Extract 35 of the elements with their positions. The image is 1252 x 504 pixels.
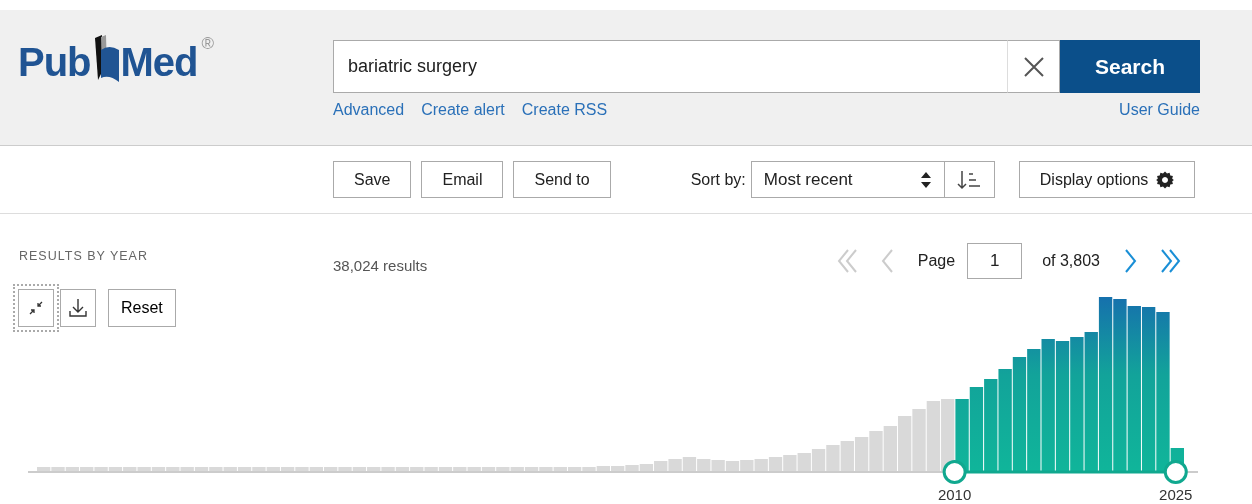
sort-label: Sort by:	[690, 170, 746, 189]
book-icon	[92, 34, 119, 82]
results-count: 38,024 results	[333, 257, 428, 274]
close-icon	[1022, 55, 1045, 78]
action-button[interactable]: Email	[421, 161, 504, 198]
sort-select[interactable]: Most recent	[750, 161, 945, 198]
search-link[interactable]: Create alert	[421, 101, 505, 119]
search-field[interactable]: bariatric surgery	[333, 40, 1007, 93]
year-label: 2010	[937, 486, 972, 503]
page-field[interactable]: 1	[967, 243, 1023, 279]
collapse-icon	[28, 300, 44, 316]
search-link[interactable]: Advanced	[333, 101, 405, 119]
clear-button[interactable]	[1007, 40, 1060, 93]
search-link[interactable]: Create RSS	[521, 101, 608, 119]
slider-handle[interactable]	[1163, 460, 1188, 484]
search-button[interactable]: Search	[1060, 40, 1200, 93]
page-label: Page	[917, 252, 956, 270]
slider-handle[interactable]	[942, 460, 967, 484]
settings-icon	[1156, 170, 1175, 189]
sort-order-icon	[957, 168, 982, 191]
year-label: 2025	[1159, 486, 1193, 503]
logo-text: Med	[120, 42, 198, 82]
registered-mark: ®	[201, 34, 215, 54]
display-options-button[interactable]: Display options	[1018, 161, 1196, 198]
section-title: RESULTS BY YEAR	[19, 249, 148, 263]
user-guide-link[interactable]: User Guide	[1119, 101, 1200, 119]
logo-text: Pub	[18, 42, 91, 82]
reset-button[interactable]: Reset	[108, 289, 176, 327]
sort-order-button[interactable]	[944, 161, 995, 198]
updown-icon	[919, 170, 932, 189]
page-total: of 3,803	[1042, 252, 1100, 270]
action-button[interactable]: Send to	[513, 161, 611, 198]
action-button[interactable]: Save	[333, 161, 412, 198]
download-icon	[68, 298, 88, 318]
download-button[interactable]	[60, 289, 96, 327]
